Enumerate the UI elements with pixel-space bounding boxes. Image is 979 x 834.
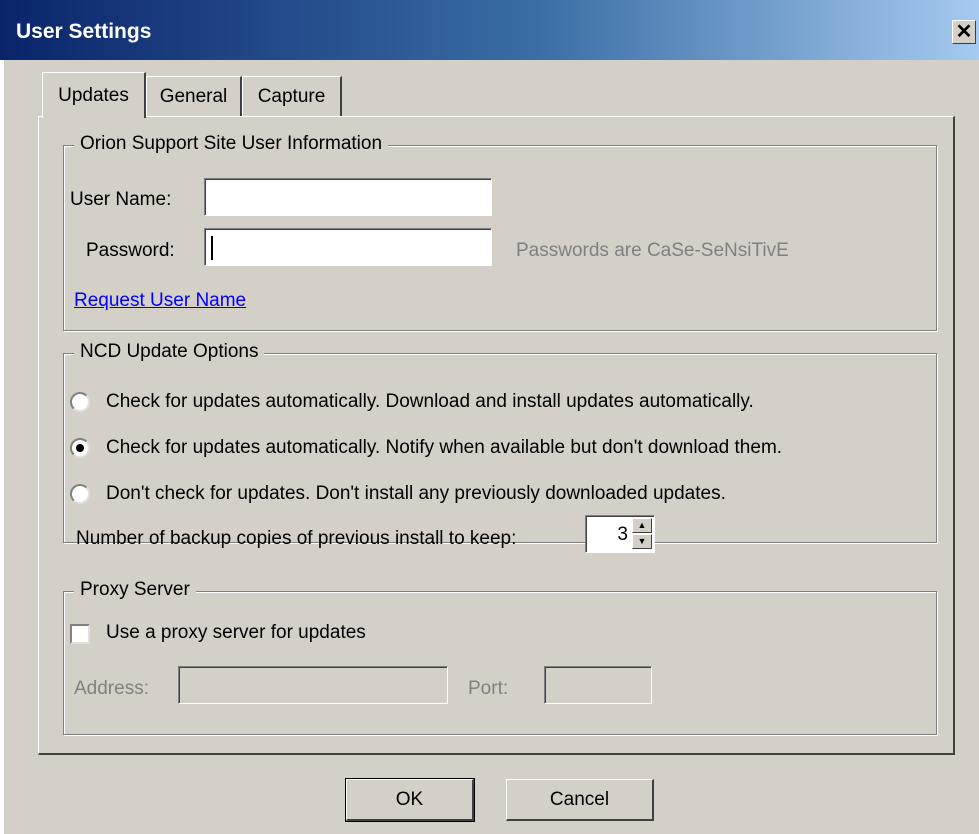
password-input[interactable] bbox=[204, 228, 492, 266]
radio-notify-only-label[interactable]: Check for updates automatically. Notify … bbox=[106, 437, 782, 459]
updates-tab-panel: Orion Support Site User Information User… bbox=[38, 116, 955, 755]
tab-updates[interactable]: Updates bbox=[42, 72, 146, 118]
backup-copies-stepper[interactable]: 3 ▲ ▼ bbox=[585, 515, 655, 553]
username-label: User Name: bbox=[70, 189, 172, 210]
use-proxy-checkbox[interactable] bbox=[70, 624, 90, 644]
radio-auto-install[interactable] bbox=[70, 392, 90, 412]
title-bar: User Settings ✕ bbox=[0, 0, 979, 60]
request-username-link[interactable]: Request User Name bbox=[74, 290, 246, 312]
spin-up-button[interactable]: ▲ bbox=[632, 518, 652, 533]
password-hint: Passwords are CaSe-SeNsiTivE bbox=[516, 240, 789, 261]
cancel-button[interactable]: Cancel bbox=[506, 779, 654, 821]
proxy-port-input[interactable] bbox=[544, 666, 652, 704]
proxy-group: Proxy Server Use a proxy server for upda… bbox=[63, 579, 937, 735]
ok-button-label: OK bbox=[395, 788, 424, 810]
radio-no-updates[interactable] bbox=[70, 484, 90, 504]
tab-updates-label: Updates bbox=[58, 84, 129, 106]
ok-button[interactable]: OK bbox=[345, 778, 475, 822]
radio-selected-dot bbox=[76, 444, 84, 452]
close-button[interactable]: ✕ bbox=[952, 20, 976, 44]
update-options-legend: NCD Update Options bbox=[74, 341, 265, 363]
tab-general[interactable]: General bbox=[146, 76, 242, 116]
close-icon: ✕ bbox=[955, 21, 973, 43]
window-title: User Settings bbox=[16, 20, 152, 43]
proxy-port-label: Port: bbox=[468, 678, 509, 699]
tab-capture-label: Capture bbox=[257, 85, 326, 107]
backup-copies-label: Number of backup copies of previous inst… bbox=[76, 528, 517, 549]
text-caret bbox=[211, 236, 213, 260]
user-info-legend: Orion Support Site User Information bbox=[74, 133, 389, 155]
window-left-edge bbox=[0, 60, 4, 834]
cancel-button-label: Cancel bbox=[549, 788, 610, 810]
radio-notify-only[interactable] bbox=[70, 438, 90, 458]
proxy-address-input[interactable] bbox=[178, 666, 448, 704]
username-input[interactable] bbox=[204, 178, 492, 216]
proxy-legend: Proxy Server bbox=[74, 579, 196, 601]
use-proxy-label[interactable]: Use a proxy server for updates bbox=[106, 622, 366, 644]
user-info-group: Orion Support Site User Information User… bbox=[63, 133, 937, 331]
spin-down-button[interactable]: ▼ bbox=[632, 534, 652, 549]
proxy-address-label: Address: bbox=[74, 678, 149, 699]
update-options-group: NCD Update Options Check for updates aut… bbox=[63, 341, 937, 549]
radio-no-updates-label[interactable]: Don't check for updates. Don't install a… bbox=[106, 483, 726, 505]
tab-capture[interactable]: Capture bbox=[242, 76, 342, 116]
password-label: Password: bbox=[86, 240, 175, 261]
backup-copies-value: 3 bbox=[617, 524, 628, 545]
radio-auto-install-label[interactable]: Check for updates automatically. Downloa… bbox=[106, 391, 754, 413]
tab-general-label: General bbox=[159, 85, 228, 107]
